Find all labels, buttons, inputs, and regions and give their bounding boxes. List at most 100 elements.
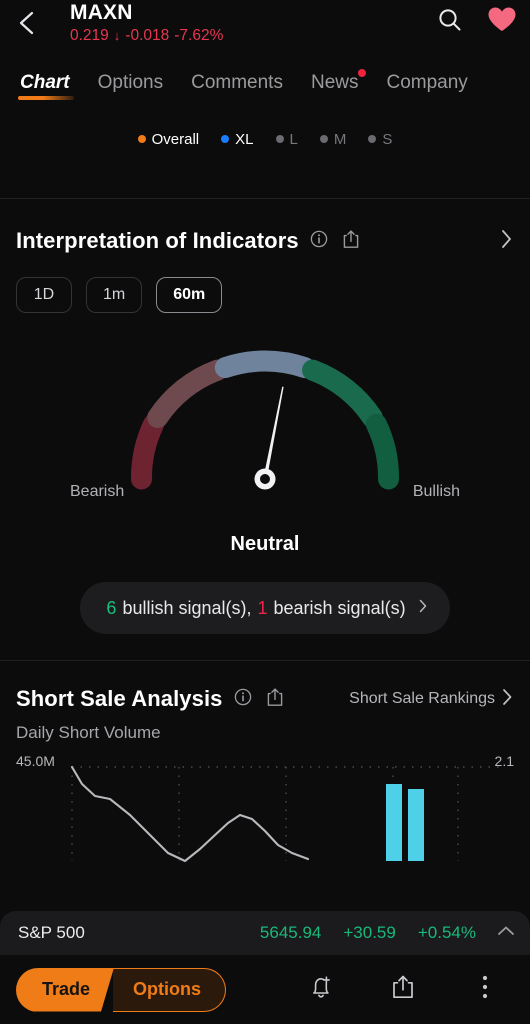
index-collapse-button[interactable] [496,924,516,943]
short-sale-header-icons [234,687,284,712]
chart-axis-left-label: 45.0M [16,753,55,769]
legend-label-overall: Overall [151,130,200,148]
alert-button[interactable] [306,975,336,1005]
indicators-header-icons [310,229,360,254]
symbol-block: MAXN 0.219 ↓ -0.018 -7.62% [70,0,223,45]
tab-comments-label: Comments [191,72,283,93]
index-ticker-bar[interactable]: S&P 500 5645.94 +30.59 +0.54% [0,911,530,955]
short-sale-rankings-label: Short Sale Rankings [349,690,495,707]
tab-news[interactable]: News [297,69,373,102]
tab-options[interactable]: Options [84,72,177,102]
trade-button[interactable]: Trade [16,968,114,1012]
indicators-title: Interpretation of Indicators [16,228,299,253]
signals-pill[interactable]: 6 bullish signal(s), 1 bearish signal(s) [80,582,450,634]
legend-item-xl[interactable]: XL [221,130,254,148]
gauge-segment-bullish [302,359,383,428]
chevron-right-icon [500,228,514,255]
back-button[interactable] [10,6,44,40]
index-name: S&P 500 [18,923,85,942]
heart-icon [487,6,517,38]
gauge-label-bearish: Bearish [70,483,125,500]
chevron-left-icon [16,10,38,36]
tab-chart-label: Chart [20,72,70,93]
legend-dot-xl [221,135,230,143]
legend-dot-overall [137,135,146,143]
chart-bars [386,784,424,861]
options-button-label: Options [133,979,202,999]
gauge-segment-neutral [214,350,316,379]
bearish-count: 1 [257,597,268,618]
share-icon[interactable] [342,229,360,254]
short-sale-rankings-link[interactable]: Short Sale Rankings [349,687,514,712]
share-button[interactable] [388,975,418,1005]
period-chip-1d[interactable]: 1D [16,277,72,313]
app-root: MAXN 0.219 ↓ -0.018 -7.62% Chart Options… [0,0,530,1024]
period-chip-1d-label: 1D [33,286,55,303]
daily-short-volume-label: Daily Short Volume [16,723,161,742]
indicators-expand-button[interactable] [500,228,514,255]
bottom-action-bar: Trade Options [0,955,530,1024]
index-change: +30.59 [343,923,396,942]
tab-comments[interactable]: Comments [177,72,297,102]
tab-active-underline [18,96,74,100]
bell-plus-icon [307,973,335,1006]
period-chip-60m[interactable]: 60m [156,277,223,313]
news-notification-dot [358,69,367,77]
period-chip-1m[interactable]: 1m [86,277,143,313]
gauge-verdict: Neutral [230,533,300,555]
short-sale-title: Short Sale Analysis [16,686,223,711]
last-price: 0.219 [70,27,109,44]
period-chip-60m-label: 60m [173,286,206,303]
short-volume-chart[interactable]: 45.0M 2.1 [0,753,530,863]
share-icon[interactable] [266,687,284,712]
chart-axis-right-label: 2.1 [494,753,514,769]
price-change-percent: -7.62% [174,27,224,44]
bearish-label: bearish signal(s) [273,597,406,618]
tab-company[interactable]: Company [372,72,481,102]
gauge-needle [254,386,284,490]
gauge-segment-strong-bearish [131,413,165,490]
info-icon[interactable] [234,688,252,711]
chart-gridlines [71,766,500,861]
chevron-right-icon [418,598,428,619]
tab-bar: Chart Options Comments News Company [0,60,530,102]
legend-item-overall[interactable]: Overall [137,130,200,148]
legend-item-s[interactable]: S [368,131,392,148]
share-icon [390,973,416,1006]
chart-line-series [70,765,310,863]
trade-options-group: Trade Options [16,967,227,1012]
short-sale-header: Short Sale Analysis Short Sale Rankings [0,679,530,719]
more-button[interactable] [470,975,500,1005]
signals-row: 6 bullish signal(s), 1 bearish signal(s) [0,582,530,634]
info-icon[interactable] [310,230,328,253]
price-change: -0.018 [125,27,170,44]
index-value: 5645.94 [259,923,322,942]
gauge-label-bullish: Bullish [412,483,460,500]
short-volume-chart-svg [70,765,500,863]
legend-item-l[interactable]: L [275,131,298,148]
search-icon [437,7,463,38]
price-row: 0.219 ↓ -0.018 -7.62% [70,27,223,45]
ticker-symbol: MAXN [70,1,133,24]
index-change-percent: +0.54% [417,923,476,942]
gauge-svg [131,350,399,490]
options-button[interactable]: Options [113,967,227,1012]
indicators-header: Interpretation of Indicators [0,221,530,261]
legend-label-s: S [382,130,393,148]
search-button[interactable] [434,6,466,38]
tab-company-label: Company [386,72,468,93]
down-arrow-icon: ↓ [113,28,121,43]
legend-dot-l [275,135,284,143]
tab-options-label: Options [97,72,164,93]
legend-item-m[interactable]: M [319,130,347,148]
favorite-button[interactable] [486,6,518,38]
more-vertical-icon [481,974,489,1005]
tab-chart[interactable]: Chart [16,72,84,102]
legend-label-xl: XL [235,130,254,148]
bullish-label: bullish signal(s), [122,597,252,618]
index-values: 5645.94 +30.59 +0.54% [260,923,476,943]
legend-label-m: M [333,130,347,148]
legend-dot-m [319,135,328,143]
chevron-right-icon [501,687,514,712]
trade-button-label: Trade [42,979,91,999]
